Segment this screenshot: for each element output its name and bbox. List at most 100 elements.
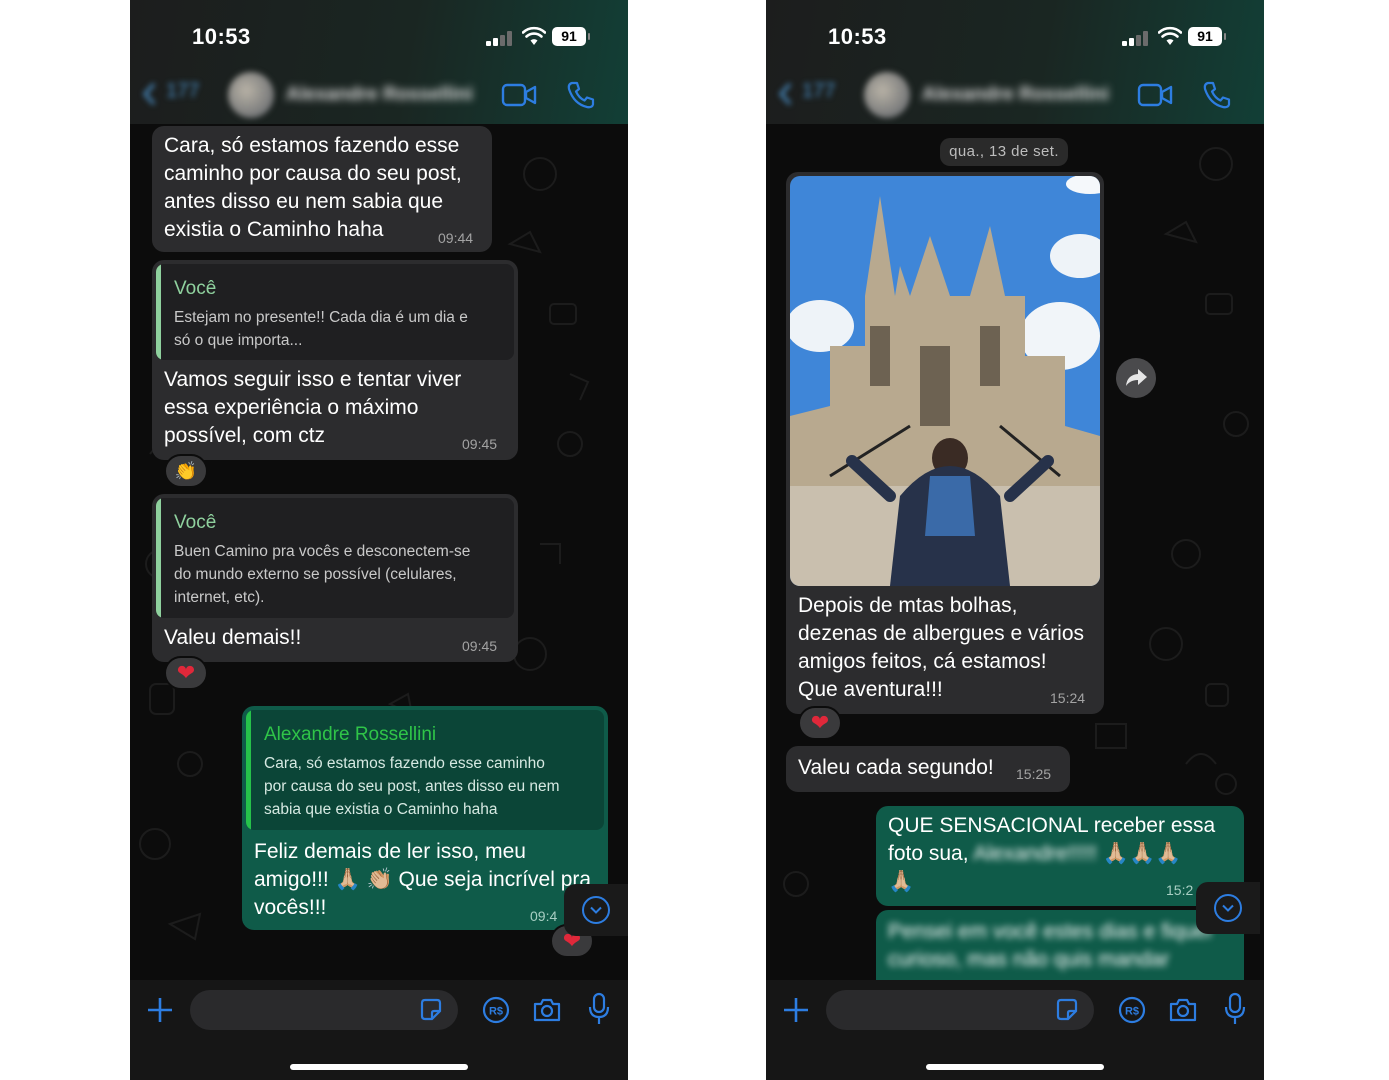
wifi-icon [1158,26,1182,45]
message-text-line: existia o Caminho haha [164,218,384,241]
reaction-heart[interactable]: ❤ [164,656,208,690]
message-text-line: Que aventura!!! [798,678,943,701]
reaction-heart[interactable]: ❤ [798,706,842,740]
message-text-line: antes disso eu nem sabia que [164,190,444,213]
plus-icon[interactable] [146,996,174,1024]
chat-area[interactable]: qua., 13 de set. Depois de mtas bolhas, … [766,124,1264,980]
video-call-icon[interactable] [501,82,537,108]
svg-text:R$: R$ [1125,1006,1139,1018]
prayer-emoji: 🙏🏼 [888,870,915,893]
forward-button[interactable] [1116,358,1156,398]
microphone-icon[interactable] [588,992,610,1026]
message-text-line: Cara, só estamos fazendo esse [164,134,460,157]
phone-call-icon[interactable] [566,80,596,110]
blurred-name: Alexandre!!!!! [973,842,1097,865]
cellular-signal-icon [1122,30,1150,46]
phone-call-icon[interactable] [1202,80,1232,110]
message-text-fragment: foto sua, [888,842,969,865]
quoted-message[interactable]: Você Estejam no presente!! Cada dia é um… [156,264,514,360]
chevron-down-icon [582,896,610,924]
cellular-signal-icon [486,30,514,46]
payment-icon[interactable]: R$ [482,996,510,1024]
message-timestamp: 15:25 [1016,766,1052,782]
status-time: 10:53 [828,24,887,49]
message-text-line: Valeu demais!! [164,626,302,649]
message-timestamp: 09:44 [438,230,474,246]
forward-icon [1126,369,1147,386]
quote-text-line: do mundo externo se possível (celulares, [174,566,457,583]
back-button[interactable]: 177 [142,80,212,110]
message-text-line: Vamos seguir isso e tentar viver [164,368,462,391]
phone-screen-right: 10:53 91 177 Alexandre Rossellini qua., … [766,0,1264,1080]
message-bubble-outgoing[interactable]: QUE SENSACIONAL receber essa foto sua, A… [876,806,1244,906]
message-bubble-outgoing[interactable]: Pensei em você estes dias e fiquei curio… [876,910,1244,980]
message-text-line: caminho por causa do seu post, [164,162,462,185]
camera-icon[interactable] [1168,996,1198,1024]
message-bubble-outgoing[interactable]: Alexandre Rossellini Cara, só estamos fa… [242,706,608,930]
message-text-line: vocês!!! [254,896,327,919]
quote-text-line: Cara, só estamos fazendo esse caminho [264,755,545,772]
scroll-to-bottom-button[interactable] [1196,882,1260,934]
sticker-icon[interactable] [418,997,444,1023]
svg-text:R$: R$ [489,1006,503,1018]
quote-author: Você [174,512,217,533]
quote-text-line: só o que importa... [174,332,303,349]
unread-count: 177 [802,80,836,102]
message-text-line: amigo!!! 🙏🏼 👏🏼 Que seja incrível pra [254,868,592,891]
scroll-to-bottom-button[interactable] [564,884,628,936]
quote-author: Você [174,278,217,299]
phone-screen-left: 10:53 91 177 Alexandre Rossellini Cara, … [130,0,628,1080]
message-text-line: foto sua, Alexandre!!!!! 🙏🏼🙏🏼🙏🏼 [888,840,1181,868]
wifi-icon [522,26,546,45]
microphone-icon[interactable] [1224,992,1246,1026]
message-text-line: Feliz demais de ler isso, meu [254,840,526,863]
video-call-icon[interactable] [1137,82,1173,108]
message-bubble-incoming[interactable]: Você Estejam no presente!! Cada dia é um… [152,260,518,460]
plus-icon[interactable] [782,996,810,1024]
message-timestamp: 09:45 [462,638,498,654]
message-text-line: Pensei em você estes dias e fiquei [888,920,1212,943]
home-indicator [290,1064,468,1070]
payment-icon[interactable]: R$ [1118,996,1146,1024]
quote-text-line: Estejam no presente!! Cada dia é um dia … [174,309,468,326]
battery-icon: 91 [552,27,590,46]
message-text-line: Depois de mtas bolhas, [798,594,1018,617]
reaction-clap[interactable]: 👏 [164,454,208,488]
quote-accent-bar [156,264,161,360]
chat-area[interactable]: Cara, só estamos fazendo esse caminho po… [130,124,628,980]
message-text: Valeu cada segundo! [798,756,994,779]
message-bubble-incoming[interactable]: Você Buen Camino pra vocês e desconectem… [152,494,518,662]
quote-accent-bar [246,710,251,830]
message-bubble-incoming[interactable]: Cara, só estamos fazendo esse caminho po… [152,126,492,252]
avatar[interactable] [864,72,910,118]
quote-accent-bar [156,498,161,618]
message-text-line: possível, com ctz [164,424,326,447]
message-timestamp: 09:45 [462,436,498,452]
camera-icon[interactable] [532,996,562,1024]
message-bubble-incoming[interactable]: Valeu cada segundo! 15:25 [786,746,1070,792]
prayer-emoji: 🙏🏼🙏🏼🙏🏼 [1102,842,1182,865]
chevron-left-icon [778,82,792,106]
cathedral-photo[interactable] [790,176,1100,586]
back-button[interactable]: 177 [778,80,848,110]
message-bubble-incoming[interactable]: Depois de mtas bolhas, dezenas de alberg… [786,172,1104,714]
date-separator: qua., 13 de set. [940,138,1068,166]
chevron-left-icon [142,82,156,106]
message-text-line: dezenas de albergues e vários [798,622,1085,645]
quote-author: Alexandre Rossellini [264,724,437,745]
quoted-message[interactable]: Alexandre Rossellini Cara, só estamos fa… [246,710,604,830]
message-text-line: QUE SENSACIONAL receber essa [888,814,1216,837]
avatar[interactable] [228,72,274,118]
status-time: 10:53 [192,24,251,49]
message-timestamp: 15:24 [1050,690,1086,706]
quote-text-line: sabia que existia o Caminho haha [264,801,498,818]
quote-text-line: por causa do seu post, antes disso eu ne… [264,778,560,795]
message-text-line: amigos feitos, cá estamos! [798,650,1047,673]
sticker-icon[interactable] [1054,997,1080,1023]
contact-name[interactable]: Alexandre Rossellini [286,84,473,106]
quoted-message[interactable]: Você Buen Camino pra vocês e desconectem… [156,498,514,618]
chat-header: 10:53 91 177 Alexandre Rossellini [766,0,1264,124]
message-timestamp: 09:4 [530,908,558,924]
contact-name[interactable]: Alexandre Rossellini [922,84,1109,106]
message-text-line: curioso, mas não quis mandar [888,948,1170,971]
